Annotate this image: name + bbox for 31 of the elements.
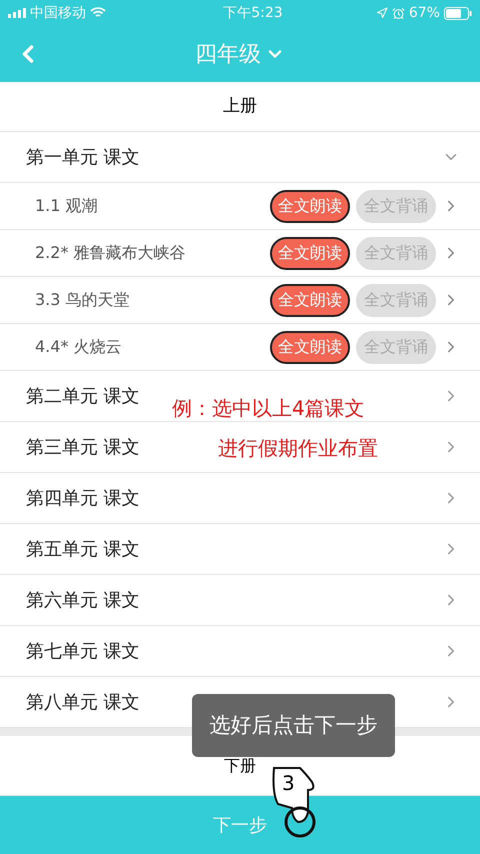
tooltip: 选好后点击下一步: [192, 694, 395, 757]
status-time: 下午5:23: [223, 4, 283, 22]
battery-icon: [444, 6, 472, 20]
annotation-text: 例：选中以上4篇课文: [172, 395, 365, 422]
lesson-title: 3.3 鸟的天堂: [35, 289, 131, 311]
wifi-icon: [90, 7, 106, 19]
unit-row[interactable]: 第四单元 课文: [0, 473, 480, 524]
unit-title: 第三单元 课文: [26, 436, 140, 460]
unit-title: 第二单元 课文: [26, 384, 140, 408]
volume-header: 下册: [224, 754, 256, 776]
alarm-icon: [392, 6, 405, 20]
unit-title: 第五单元 课文: [26, 538, 140, 562]
unit-row[interactable]: 第一单元 课文: [0, 132, 480, 183]
unit-title: 第七单元 课文: [26, 640, 140, 664]
signal-icon: [8, 8, 26, 18]
volume-header: 上册: [0, 82, 480, 132]
unit-title: 第四单元 课文: [26, 486, 140, 510]
unit-title: 第八单元 课文: [26, 690, 140, 714]
unit-title: 第一单元 课文: [26, 146, 140, 170]
step-number: 3: [282, 770, 295, 797]
unit-title: 第六单元 课文: [26, 588, 140, 612]
lesson-title: 4.4* 火烧云: [35, 336, 123, 358]
annotation-text: 进行假期作业布置: [218, 435, 378, 462]
lesson-title: 2.2* 雅鲁藏布大峡谷: [35, 242, 187, 264]
location-icon: [376, 7, 388, 19]
unit-row[interactable]: 第五单元 课文: [0, 524, 480, 575]
unit-row[interactable]: 第七单元 课文: [0, 626, 480, 677]
unit-row[interactable]: 第六单元 课文: [0, 575, 480, 626]
battery-percent: 67%: [408, 4, 440, 22]
lesson-title: 1.1 观潮: [35, 195, 99, 217]
carrier-text: 中国移动: [30, 4, 86, 22]
